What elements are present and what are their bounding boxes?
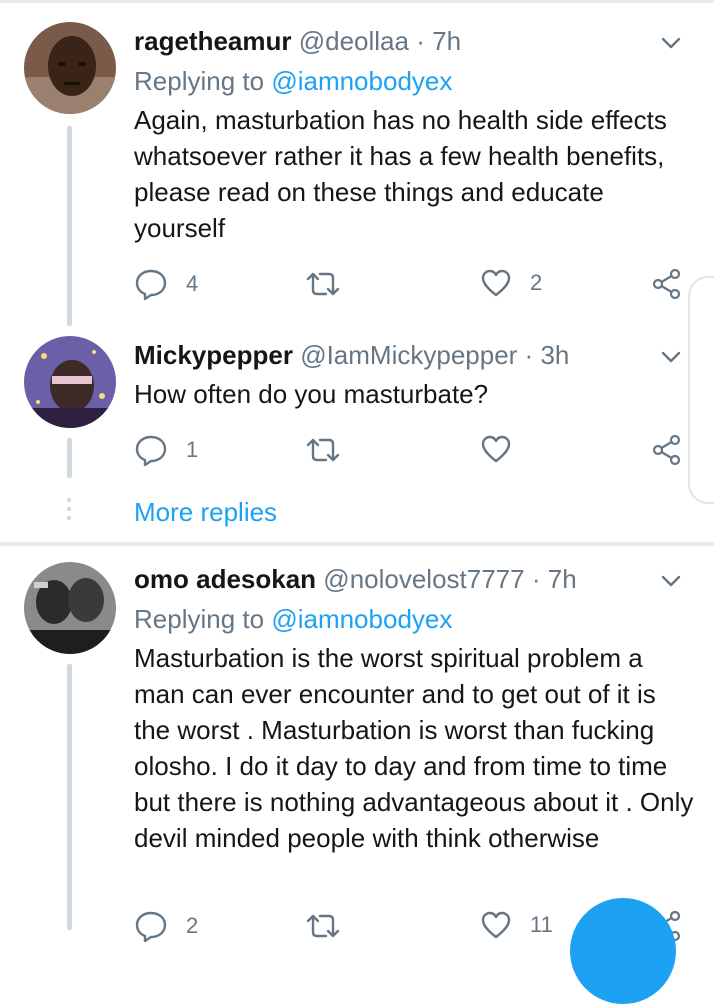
heart-icon xyxy=(481,911,511,939)
tweet-header: Mickypepper @IamMickypepper · 3h xyxy=(134,340,569,370)
reply-count: 1 xyxy=(186,437,199,462)
display-name[interactable]: omo adesokan xyxy=(134,564,316,594)
display-name[interactable]: Mickypepper xyxy=(134,340,293,370)
timestamp[interactable]: 7h xyxy=(432,26,461,56)
thread-dots xyxy=(67,498,72,525)
like-count: 2 xyxy=(530,270,543,295)
avatar[interactable] xyxy=(24,562,116,654)
retweet-icon xyxy=(306,438,340,462)
reply-count: 4 xyxy=(186,271,199,296)
retweet-icon xyxy=(306,914,340,938)
separator-dot: · xyxy=(531,564,541,594)
chevron-down-icon[interactable] xyxy=(658,30,684,56)
replying-to-label: Replying to xyxy=(134,66,265,96)
mention-link[interactable]: @iamnobodyex xyxy=(271,604,452,634)
reply-count: 2 xyxy=(186,913,199,938)
like-button[interactable]: 11 xyxy=(480,910,553,940)
replying-to: Replying to @iamnobodyex xyxy=(134,604,452,634)
user-handle[interactable]: @nolovelost7777 xyxy=(323,564,524,594)
retweet-button[interactable] xyxy=(304,270,360,298)
like-button[interactable]: 2 xyxy=(480,268,542,298)
retweet-button[interactable] xyxy=(304,436,360,464)
avatar[interactable] xyxy=(24,22,116,114)
edge-pull-tab[interactable] xyxy=(688,276,714,504)
avatar[interactable] xyxy=(24,336,116,428)
tweet-header: omo adesokan @nolovelost7777 · 7h xyxy=(134,564,577,594)
tweet-text: Again, masturbation has no health side e… xyxy=(134,105,667,243)
replying-to: Replying to @iamnobodyex xyxy=(134,66,452,96)
share-icon xyxy=(652,434,681,466)
chevron-down-icon[interactable] xyxy=(658,568,684,594)
retweet-icon xyxy=(306,272,340,296)
reply-icon xyxy=(135,435,167,466)
user-handle[interactable]: @IamMickypepper xyxy=(300,340,517,370)
tweet-header: ragetheamur @deollaa · 7h xyxy=(134,26,461,56)
timestamp[interactable]: 3h xyxy=(540,340,569,370)
heart-icon xyxy=(481,269,511,297)
mention-link[interactable]: @iamnobodyex xyxy=(271,66,452,96)
separator-dot: · xyxy=(524,340,534,370)
top-divider xyxy=(0,0,714,3)
thread-line xyxy=(67,126,72,326)
share-icon xyxy=(652,268,681,300)
replying-to-label: Replying to xyxy=(134,604,265,634)
section-divider xyxy=(0,542,714,546)
reply-button[interactable]: 1 xyxy=(134,434,198,466)
like-count: 11 xyxy=(530,912,553,937)
retweet-button[interactable] xyxy=(304,912,360,940)
display-name[interactable]: ragetheamur xyxy=(134,26,292,56)
like-button[interactable] xyxy=(480,434,530,464)
reply-icon xyxy=(135,269,167,300)
heart-icon xyxy=(481,435,511,463)
tweet-text: Masturbation is the worst spiritual prob… xyxy=(134,643,694,853)
timestamp[interactable]: 7h xyxy=(548,564,577,594)
share-button[interactable] xyxy=(652,434,682,466)
reply-button[interactable]: 2 xyxy=(134,910,198,942)
share-button[interactable] xyxy=(652,268,682,300)
reply-icon xyxy=(135,911,167,942)
thread-line xyxy=(67,438,72,478)
compose-fab-button[interactable] xyxy=(570,898,676,1004)
more-replies-link[interactable]: More replies xyxy=(134,495,277,529)
user-handle[interactable]: @deollaa xyxy=(299,26,409,56)
thread-line xyxy=(67,664,72,930)
separator-dot: · xyxy=(416,26,425,56)
chevron-down-icon[interactable] xyxy=(658,344,684,370)
tweet-text: How often do you masturbate? xyxy=(134,379,489,409)
reply-button[interactable]: 4 xyxy=(134,268,198,300)
